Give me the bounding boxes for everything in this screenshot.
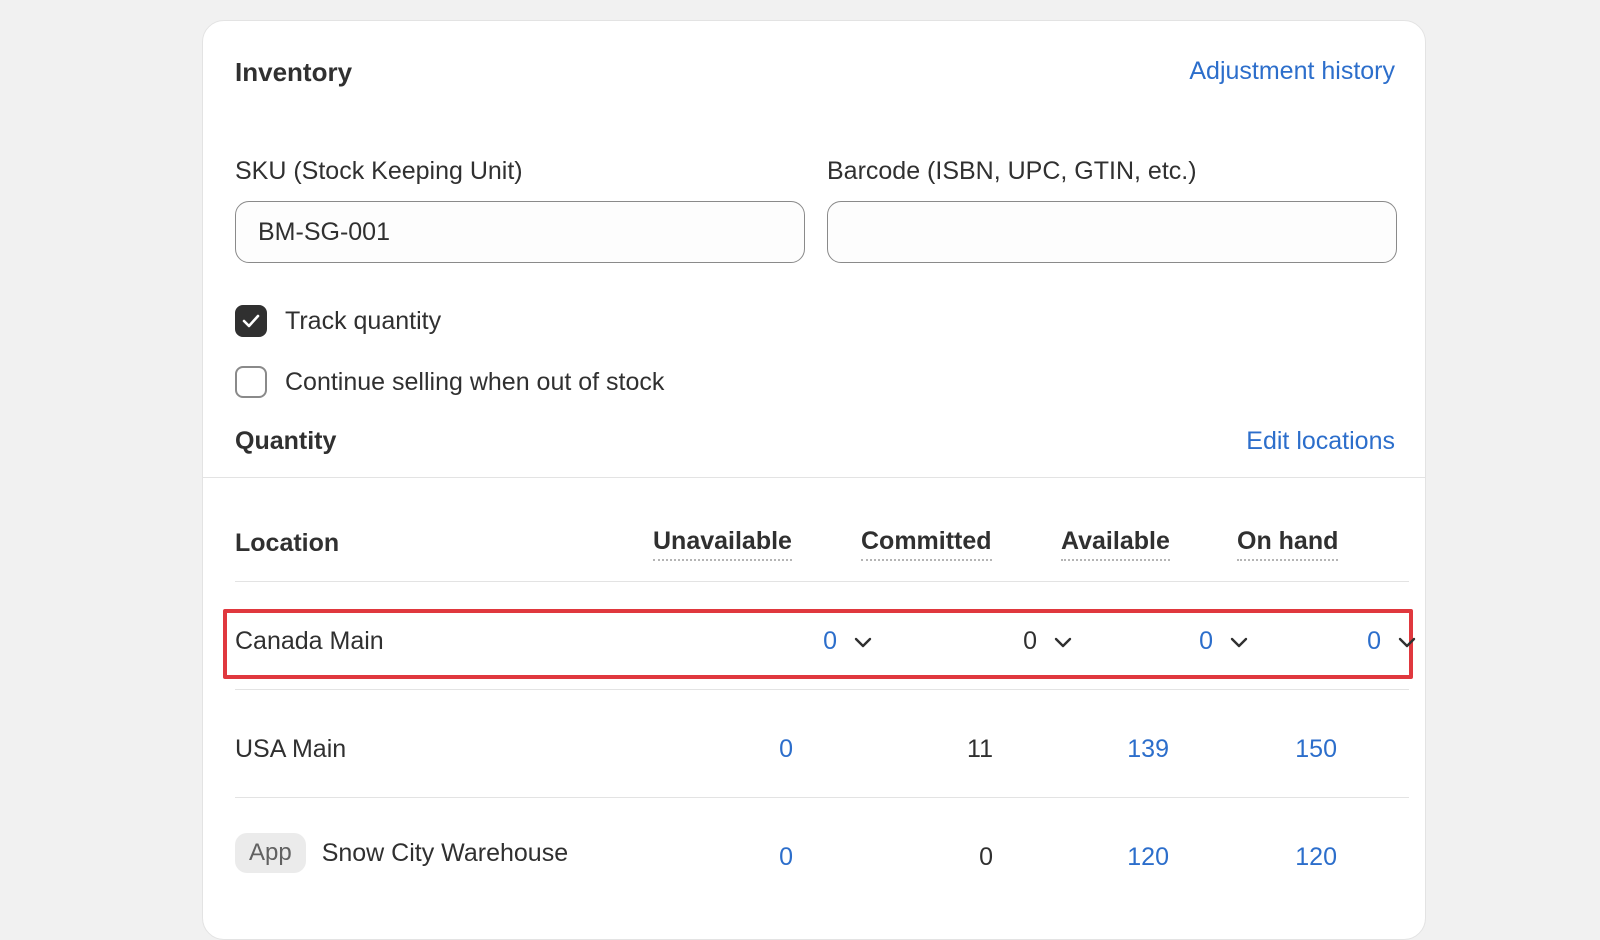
inventory-title: Inventory	[235, 57, 353, 87]
inventory-card: Inventory Adjustment history SKU (Stock …	[202, 20, 1426, 940]
barcode-label: Barcode (ISBN, UPC, GTIN, etc.)	[827, 157, 1197, 185]
chevron-down-icon	[854, 637, 872, 647]
unavailable-value[interactable]: 0	[693, 843, 793, 872]
checkmark-icon	[242, 314, 260, 328]
sku-input[interactable]	[235, 201, 805, 263]
track-quantity-label: Track quantity	[285, 306, 442, 335]
location-name: Canada Main	[235, 627, 384, 655]
barcode-input[interactable]	[827, 201, 1397, 263]
location-cell: App Snow City Warehouse	[235, 833, 568, 873]
column-header-committed[interactable]: Committed	[861, 527, 992, 561]
chevron-down-icon	[1230, 637, 1248, 647]
committed-dropdown[interactable]: 0	[933, 627, 1073, 656]
available-value[interactable]: 139	[1069, 735, 1169, 764]
available-value[interactable]: 120	[1069, 843, 1169, 872]
chevron-down-icon	[1398, 637, 1416, 647]
continue-selling-checkbox[interactable]	[235, 366, 267, 398]
available-value: 0	[1199, 627, 1213, 655]
track-quantity-checkbox[interactable]	[235, 305, 267, 337]
committed-value: 0	[979, 843, 993, 871]
row-divider	[235, 689, 1409, 690]
continue-selling-label: Continue selling when out of stock	[285, 367, 665, 396]
section-divider	[203, 477, 1425, 478]
column-header-on-hand[interactable]: On hand	[1237, 527, 1339, 561]
on-hand-dropdown[interactable]: 0	[1277, 627, 1417, 656]
edit-locations-link[interactable]: Edit locations	[1246, 427, 1395, 456]
adjustment-history-link[interactable]: Adjustment history	[1189, 57, 1395, 86]
committed-value: 11	[967, 735, 993, 763]
quantity-title: Quantity	[235, 427, 337, 455]
unavailable-dropdown[interactable]: 0	[733, 627, 873, 656]
location-name: USA Main	[235, 735, 347, 763]
app-badge: App	[235, 833, 306, 873]
location-name: Snow City Warehouse	[321, 838, 569, 867]
column-header-available[interactable]: Available	[1061, 527, 1170, 561]
on-hand-value[interactable]: 120	[1237, 843, 1337, 872]
column-header-unavailable[interactable]: Unavailable	[653, 527, 792, 561]
unavailable-value[interactable]: 0	[693, 735, 793, 764]
committed-value: 0	[1023, 627, 1037, 655]
row-divider	[235, 797, 1409, 798]
on-hand-value: 0	[1367, 627, 1381, 655]
header-divider	[235, 581, 1409, 582]
column-header-location: Location	[235, 529, 340, 557]
sku-label: SKU (Stock Keeping Unit)	[235, 157, 523, 185]
unavailable-value: 0	[823, 627, 837, 655]
chevron-down-icon	[1054, 637, 1072, 647]
continue-selling-row[interactable]: Continue selling when out of stock	[235, 366, 664, 398]
available-dropdown[interactable]: 0	[1109, 627, 1249, 656]
on-hand-value[interactable]: 150	[1237, 735, 1337, 764]
track-quantity-row[interactable]: Track quantity	[235, 305, 441, 337]
